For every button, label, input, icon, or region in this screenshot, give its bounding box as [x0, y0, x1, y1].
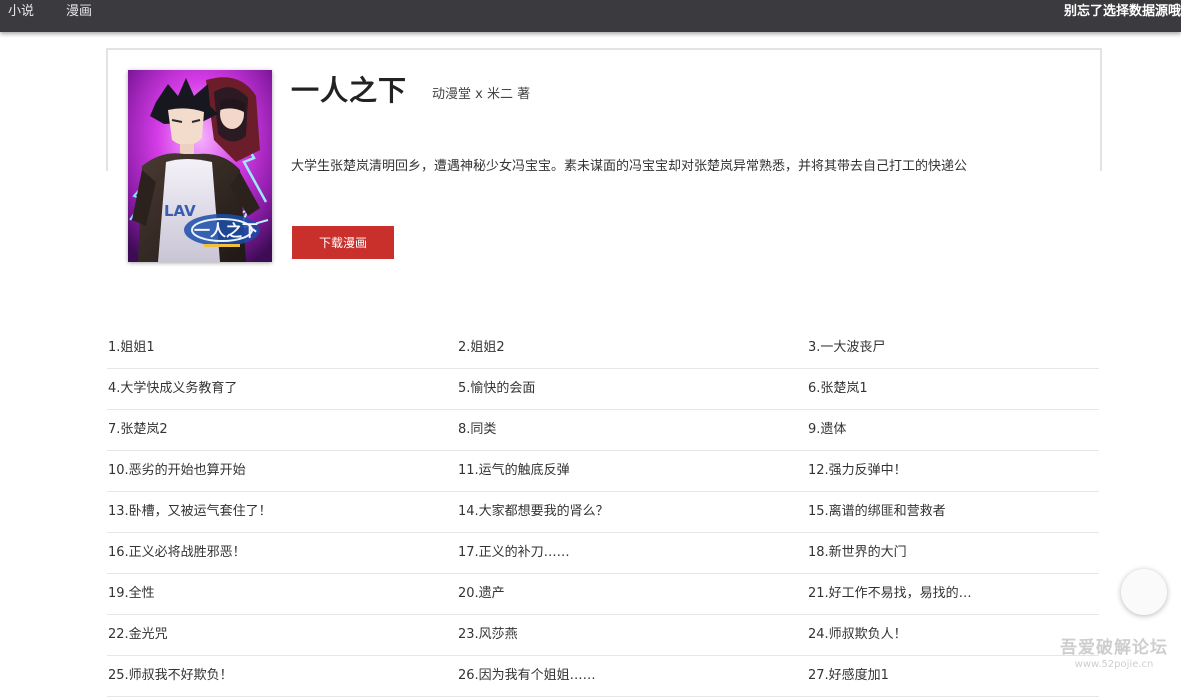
watermark-url: www.52pojie.cn: [1074, 659, 1154, 670]
chapter-link[interactable]: 25.师叔我不好欺负！: [108, 667, 233, 685]
data-source-reminder: 别忘了选择数据源哦: [1063, 4, 1181, 19]
chapter-link[interactable]: 4.大学快成义务教育了: [108, 380, 237, 398]
chapter-link[interactable]: 21.好工作不易找，易找的…: [808, 585, 972, 603]
chapter-link[interactable]: 8.同类: [458, 421, 496, 439]
chapter-link[interactable]: 3.一大波丧尸: [808, 339, 885, 357]
nav-item-comic[interactable]: 漫画: [66, 3, 92, 21]
chapter-link[interactable]: 27.好感度加1: [808, 667, 889, 685]
chapter-link[interactable]: 2.姐姐2: [458, 339, 505, 357]
chapter-list: 1.姐姐1 2.姐姐2 3.一大波丧尸 4.大学快成义务教育了 5.愉快的会面 …: [107, 328, 1099, 697]
chapter-link[interactable]: 19.全性: [108, 585, 155, 603]
chapter-link[interactable]: 1.姐姐1: [108, 339, 155, 357]
chapter-link[interactable]: 6.张楚岚1: [808, 380, 868, 398]
cover-illustration: LAV 一人之下: [128, 70, 272, 262]
chapter-row: 19.全性 20.遗产 21.好工作不易找，易找的…: [107, 574, 1099, 615]
chapter-row: 16.正义必将战胜邪恶！ 17.正义的补刀…… 18.新世界的大门: [107, 533, 1099, 574]
chapter-link[interactable]: 9.遗体: [808, 421, 846, 439]
chapter-link[interactable]: 16.正义必将战胜邪恶！: [108, 544, 246, 562]
chapter-row: 13.卧槽，又被运气套住了！ 14.大家都想要我的肾么？ 15.离谱的绑匪和营救…: [107, 492, 1099, 533]
chapter-link[interactable]: 12.强力反弹中！: [808, 462, 907, 480]
chapter-row: 10.恶劣的开始也算开始 11.运气的触底反弹 12.强力反弹中！: [107, 451, 1099, 492]
book-cover: LAV 一人之下: [128, 70, 272, 262]
chapter-link[interactable]: 22.金光咒: [108, 626, 168, 644]
chapter-row: 7.张楚岚2 8.同类 9.遗体: [107, 410, 1099, 451]
watermark-title: 吾爱破解论坛: [1060, 638, 1168, 658]
chapter-row: 1.姐姐1 2.姐姐2 3.一大波丧尸: [107, 328, 1099, 369]
chapter-link[interactable]: 10.恶劣的开始也算开始: [108, 462, 246, 480]
download-comic-button[interactable]: 下载漫画: [292, 226, 394, 259]
watermark: 吾爱破解论坛 www.52pojie.cn: [1060, 638, 1168, 671]
chapter-row: 25.师叔我不好欺负！ 26.因为我有个姐姐…… 27.好感度加1: [107, 656, 1099, 697]
chapter-row: 4.大学快成义务教育了 5.愉快的会面 6.张楚岚1: [107, 369, 1099, 410]
chapter-link[interactable]: 26.因为我有个姐姐……: [458, 667, 596, 685]
back-to-top-button[interactable]: [1121, 569, 1167, 615]
chapter-link[interactable]: 20.遗产: [458, 585, 505, 603]
chapter-link[interactable]: 24.师叔欺负人！: [808, 626, 907, 644]
chapter-link[interactable]: 15.离谱的绑匪和营救者: [808, 503, 946, 521]
nav-item-novel[interactable]: 小说: [8, 3, 34, 21]
book-author: 动漫堂 x 米二 著: [432, 87, 531, 102]
chapter-link[interactable]: 17.正义的补刀……: [458, 544, 570, 562]
chapter-link[interactable]: 5.愉快的会面: [458, 380, 535, 398]
svg-text:LAV: LAV: [164, 202, 196, 220]
book-title: 一人之下: [291, 74, 408, 107]
chapter-link[interactable]: 23.风莎燕: [458, 626, 518, 644]
chapter-link[interactable]: 11.运气的触底反弹: [458, 462, 570, 480]
chapter-link[interactable]: 13.卧槽，又被运气套住了！: [108, 503, 272, 521]
chapter-link[interactable]: 18.新世界的大门: [808, 544, 907, 562]
cover-logo-text: 一人之下: [194, 221, 258, 240]
chapter-row: 22.金光咒 23.风莎燕 24.师叔欺负人！: [107, 615, 1099, 656]
top-nav-bar: 小说 漫画 别忘了选择数据源哦: [0, 0, 1181, 32]
chapter-link[interactable]: 7.张楚岚2: [108, 421, 168, 439]
chapter-link[interactable]: 14.大家都想要我的肾么？: [458, 503, 609, 521]
book-description: 大学生张楚岚清明回乡，遭遇神秘少女冯宝宝。素未谋面的冯宝宝却对张楚岚异常熟悉，并…: [291, 159, 968, 174]
